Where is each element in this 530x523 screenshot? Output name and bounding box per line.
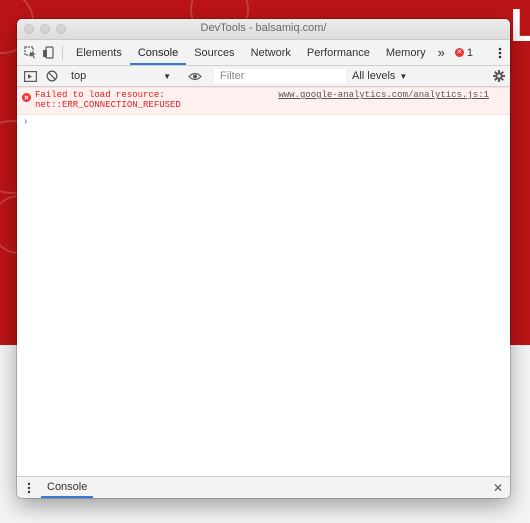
error-counter[interactable]: ✕ 1	[449, 47, 479, 59]
drawer-menu-icon[interactable]	[17, 477, 41, 498]
console-toolbar: top ▼ All levels ▼	[17, 66, 510, 87]
title-bar: DevTools - balsamiq.com/	[17, 19, 510, 40]
tab-memory[interactable]: Memory	[378, 40, 434, 65]
show-sidebar-icon[interactable]	[20, 70, 41, 82]
tab-elements[interactable]: Elements	[68, 40, 130, 65]
device-toolbar-icon[interactable]	[39, 40, 57, 65]
dropdown-arrow-icon: ▼	[163, 71, 171, 81]
drawer-bar: Console ✕	[17, 476, 510, 498]
context-selector[interactable]: top ▼	[71, 70, 175, 82]
error-count-value: 1	[466, 46, 473, 59]
more-options-icon[interactable]	[490, 47, 510, 59]
context-value: top	[71, 70, 87, 82]
more-tabs-chevron-icon[interactable]: »	[434, 40, 449, 65]
filter-input[interactable]	[214, 69, 346, 83]
panel-tabs-bar: Elements Console Sources Network Perform…	[17, 40, 510, 66]
devtools-window: DevTools - balsamiq.com/ Elements Consol…	[17, 19, 510, 498]
error-icon: ✕	[454, 48, 464, 57]
log-levels-value: All levels	[352, 70, 396, 82]
tab-console[interactable]: Console	[129, 40, 187, 65]
drawer-tab-console[interactable]: Console	[41, 477, 94, 498]
tab-sources[interactable]: Sources	[186, 40, 242, 65]
log-levels-dropdown[interactable]: All levels ▼	[352, 70, 407, 82]
error-icon	[22, 91, 31, 105]
console-settings-gear-icon[interactable]	[488, 70, 510, 82]
tab-network[interactable]: Network	[243, 40, 299, 65]
inspect-element-icon[interactable]	[21, 40, 39, 65]
close-drawer-icon[interactable]: ✕	[486, 477, 510, 498]
toolbar-divider	[62, 45, 63, 60]
live-expression-eye-icon[interactable]	[184, 72, 205, 81]
console-messages: Failed to load resource: net::ERR_CONNEC…	[17, 87, 510, 476]
toolbar-right: ✕ 1	[449, 40, 510, 65]
background-logo-letter: L	[510, 0, 530, 50]
console-message-error: Failed to load resource: net::ERR_CONNEC…	[17, 87, 510, 115]
window-title: DevTools - balsamiq.com/	[200, 22, 327, 34]
clear-console-icon[interactable]	[41, 70, 62, 82]
console-prompt[interactable]: ›	[24, 116, 27, 127]
tab-performance[interactable]: Performance	[299, 40, 378, 65]
dropdown-arrow-icon: ▼	[399, 71, 408, 81]
error-source-link[interactable]: www.google-analytics.com/analytics.js:1	[278, 90, 489, 100]
error-message-text: Failed to load resource: net::ERR_CONNEC…	[35, 90, 181, 110]
